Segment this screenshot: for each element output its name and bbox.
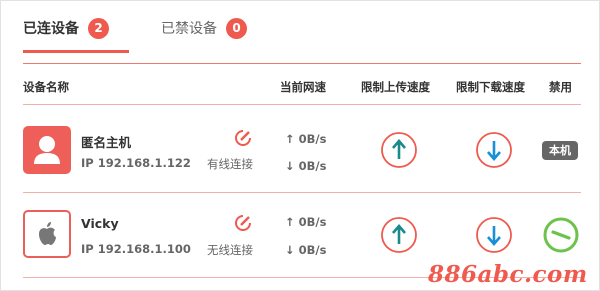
row-divider bbox=[23, 104, 581, 105]
column-disable: 禁用 bbox=[549, 80, 572, 94]
row-divider bbox=[23, 192, 581, 193]
column-limit-upload: 限制上传速度 bbox=[361, 80, 430, 94]
local-device-badge: 本机 bbox=[542, 141, 578, 160]
connection-type: 无线连接 bbox=[207, 243, 253, 257]
header-divider bbox=[23, 63, 581, 64]
disable-button[interactable] bbox=[542, 216, 580, 254]
user-icon bbox=[23, 126, 71, 174]
edit-icon[interactable] bbox=[233, 213, 253, 233]
limit-upload-button[interactable] bbox=[380, 216, 418, 254]
connection-type: 有线连接 bbox=[207, 157, 253, 171]
tab-blocked-devices[interactable]: 已禁设备 0 bbox=[161, 17, 247, 39]
download-speed: ↓ 0B/s bbox=[285, 243, 327, 257]
limit-upload-button[interactable] bbox=[380, 131, 418, 169]
device-panel: 已连设备 2 已禁设备 0 设备名称 当前网速 限制上传速度 限制下载速度 禁用… bbox=[0, 0, 600, 291]
tab-label: 已连设备 bbox=[23, 21, 79, 37]
count-badge: 2 bbox=[88, 17, 109, 39]
download-speed: ↓ 0B/s bbox=[285, 159, 327, 173]
watermark: 886abc.com bbox=[428, 261, 588, 288]
column-device-name: 设备名称 bbox=[23, 80, 69, 94]
column-limit-download: 限制下载速度 bbox=[456, 80, 525, 94]
edit-icon[interactable] bbox=[233, 128, 253, 148]
limit-download-button[interactable] bbox=[475, 216, 513, 254]
apple-icon bbox=[23, 210, 71, 258]
tab-label: 已禁设备 bbox=[161, 21, 217, 37]
upload-speed: ↑ 0B/s bbox=[285, 215, 327, 229]
upload-speed: ↑ 0B/s bbox=[285, 132, 327, 146]
device-ip: IP 192.168.1.100 bbox=[81, 242, 191, 256]
tab-bar: 已连设备 2 已禁设备 0 bbox=[1, 1, 599, 53]
tab-connected-devices[interactable]: 已连设备 2 bbox=[23, 17, 109, 39]
device-ip: IP 192.168.1.122 bbox=[81, 156, 191, 170]
count-badge: 0 bbox=[226, 17, 247, 39]
device-name: Vicky bbox=[81, 216, 119, 231]
device-name: 匿名主机 bbox=[81, 135, 132, 150]
column-current-speed: 当前网速 bbox=[280, 80, 326, 94]
limit-download-button[interactable] bbox=[475, 131, 513, 169]
active-tab-indicator bbox=[23, 50, 129, 53]
